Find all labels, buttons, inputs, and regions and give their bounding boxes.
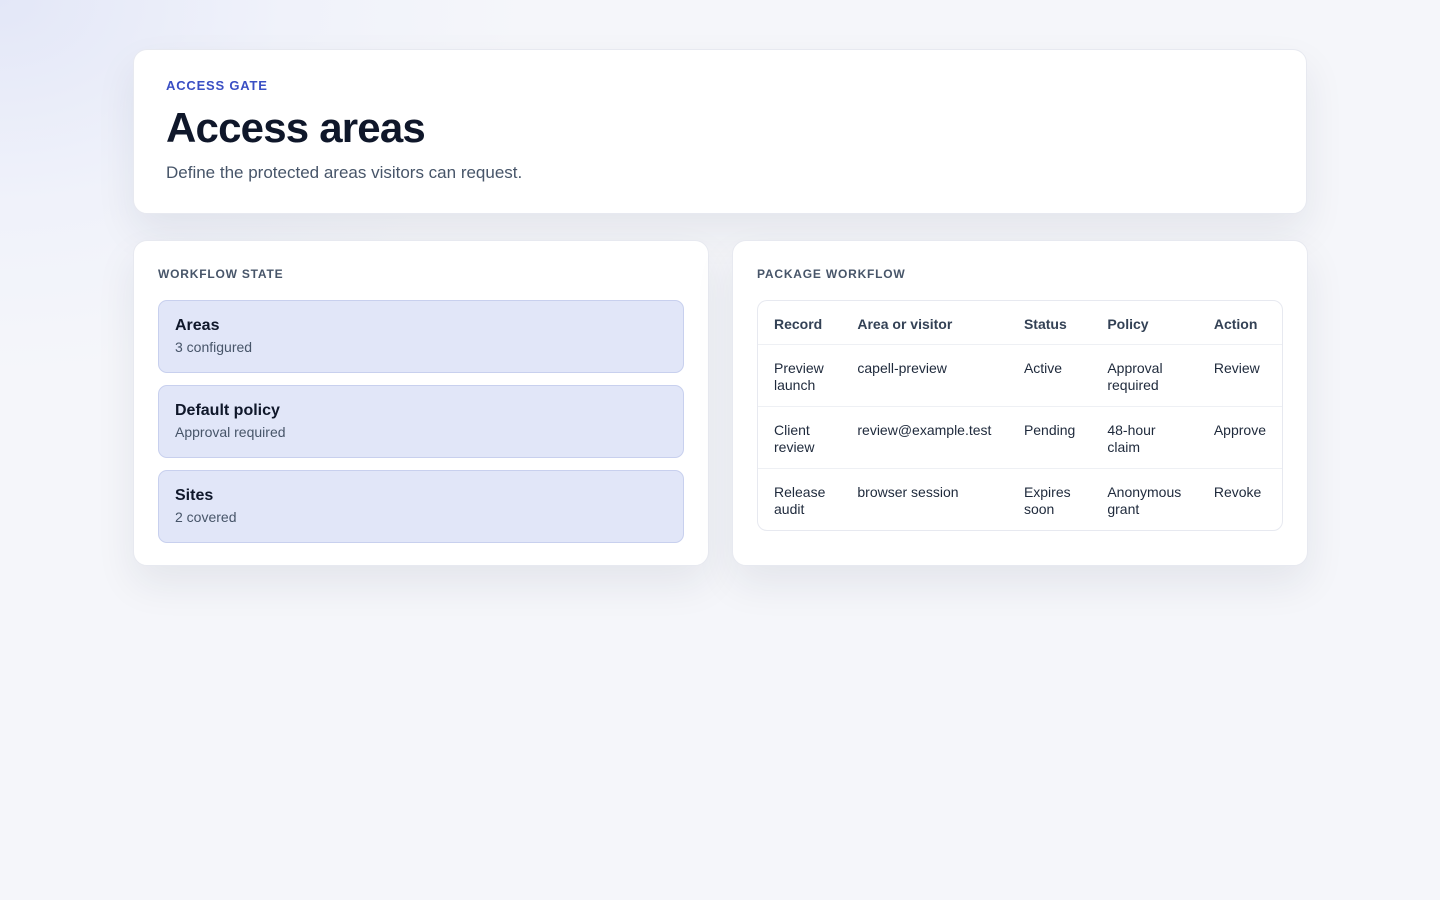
cell-area: browser session — [857, 484, 959, 500]
cell-record: Client review — [758, 407, 842, 469]
state-subtitle: Approval required — [175, 424, 286, 440]
state-subtitle: 2 covered — [175, 509, 237, 525]
page-title: Access areas — [166, 104, 426, 151]
cell-record: Release audit — [774, 484, 826, 517]
workflow-state-panel: WORKFLOW STATE Areas 3 configured Defaul… — [133, 240, 709, 566]
state-title: Sites — [175, 487, 214, 504]
cell-area: review@example.test — [841, 407, 1008, 469]
state-card-default-policy[interactable]: Default policy Approval required — [158, 385, 684, 458]
table-row[interactable]: Client review review@example.test Pendin… — [758, 407, 1282, 469]
column-header-policy: Policy — [1091, 301, 1198, 345]
table-row[interactable]: Release audit browser session Expires so… — [758, 469, 1282, 530]
state-list: Areas 3 configured Default policy Approv… — [158, 300, 684, 543]
state-title: Areas — [175, 317, 220, 334]
page-subtitle: Define the protected areas visitors can … — [166, 163, 523, 183]
cell-area: capell-preview — [841, 345, 1008, 407]
cell-record: Preview launch — [758, 345, 842, 407]
table-header-row: Record Area or visitor Status Policy Act… — [758, 301, 1282, 345]
page-header: ACCESS GATE Access areas Define the prot… — [133, 49, 1307, 214]
workflow-table-container: Record Area or visitor Status Policy Act… — [757, 300, 1283, 531]
cell-policy: Anonymous grant — [1107, 484, 1182, 517]
column-header-action: Action — [1197, 301, 1282, 345]
package-workflow-panel: PACKAGE WORKFLOW Record Area or visitor … — [732, 240, 1308, 566]
column-header-area: Area or visitor — [841, 301, 1008, 345]
cell-status: Active — [1007, 345, 1092, 407]
cell-action-revoke[interactable]: Revoke — [1198, 469, 1282, 530]
cell-status: Expires soon — [1023, 484, 1071, 517]
cell-action-approve[interactable]: Approve — [1197, 407, 1282, 469]
workflow-state-heading: WORKFLOW STATE — [158, 267, 284, 281]
state-subtitle: 3 configured — [175, 339, 253, 355]
package-workflow-heading: PACKAGE WORKFLOW — [757, 267, 906, 281]
cell-action-review[interactable]: Review — [1197, 345, 1282, 407]
eyebrow-label: ACCESS GATE — [166, 78, 268, 93]
state-card-areas[interactable]: Areas 3 configured — [158, 300, 684, 373]
cell-status: Pending — [1007, 407, 1092, 469]
state-title: Default policy — [175, 402, 280, 419]
cell-policy: Approval required — [1091, 345, 1198, 407]
workflow-table: Record Area or visitor Status Policy Act… — [758, 301, 1282, 530]
column-header-record: Record — [758, 301, 842, 345]
column-header-status: Status — [1007, 301, 1092, 345]
cell-policy: 48-hour claim — [1091, 407, 1198, 469]
table-row[interactable]: Preview launch capell-preview Active App… — [758, 345, 1282, 407]
state-card-sites[interactable]: Sites 2 covered — [158, 470, 684, 543]
